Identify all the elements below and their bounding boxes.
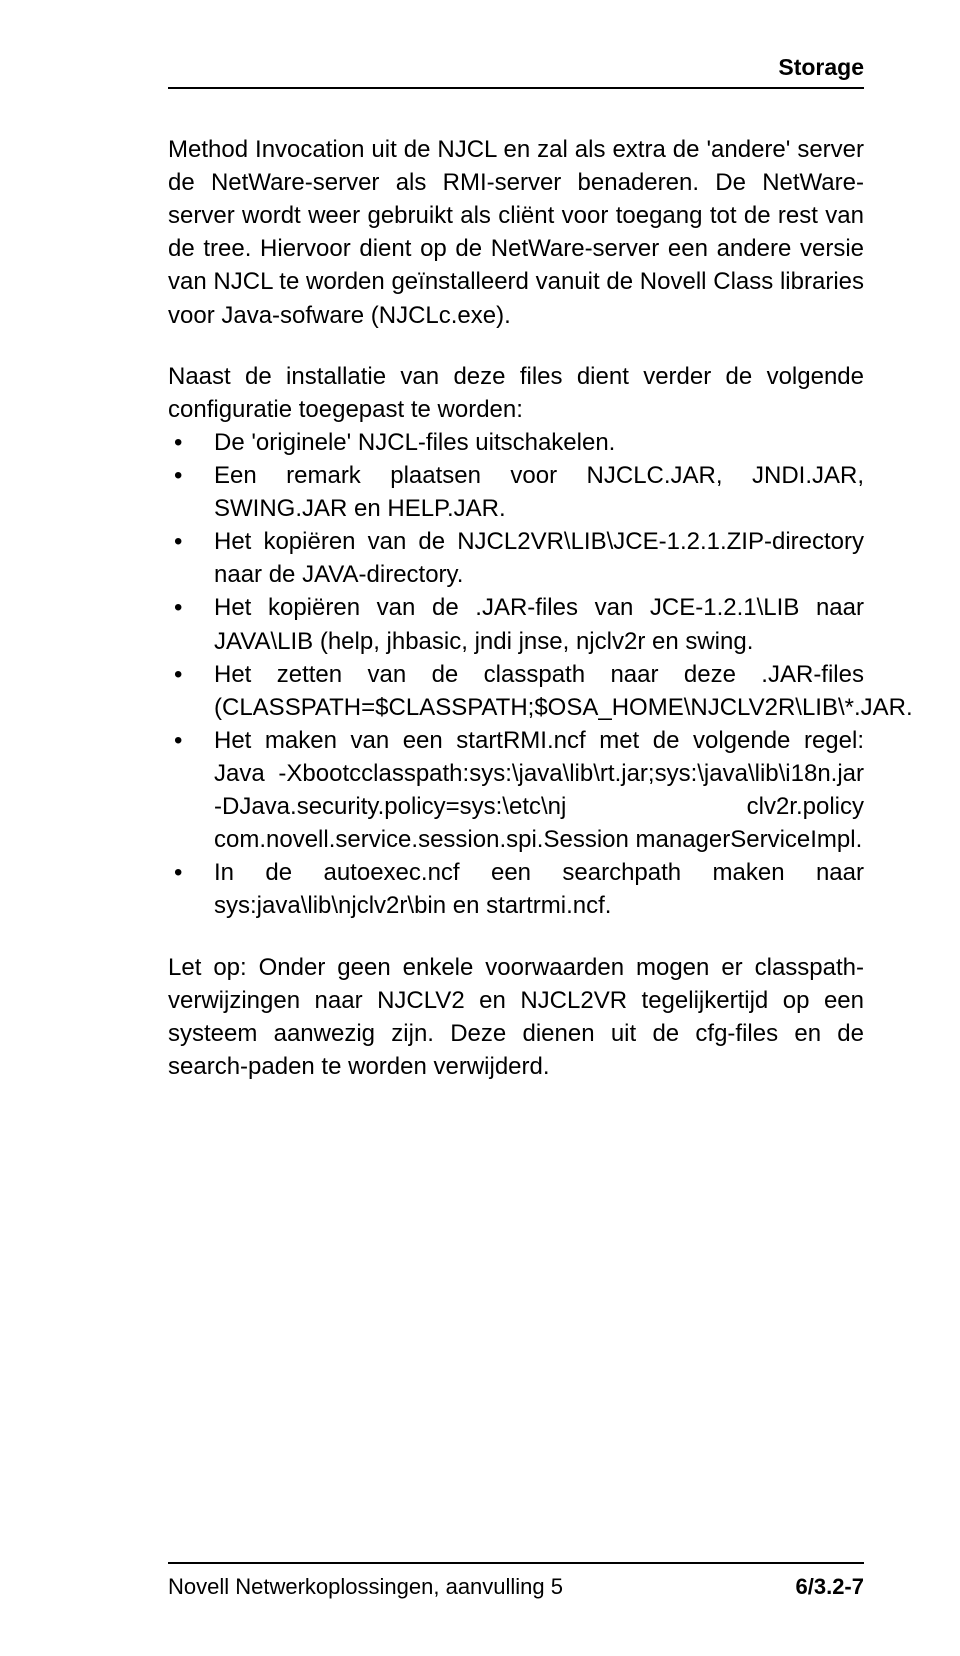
list-item: Het kopiëren van de .JAR-files van JCE-1… [168,591,864,657]
page: Storage Method Invocation uit de NJCL en… [0,0,960,1656]
list-item: Het maken van een startRMI.ncf met de vo… [168,724,864,856]
footer-rule [168,1562,864,1564]
page-footer: Novell Netwerkoplossingen, aanvulling 5 … [96,1562,864,1600]
list-item: De 'originele' NJCL-files uitschakelen. [168,426,864,459]
footer-row: Novell Netwerkoplossingen, aanvulling 5 … [168,1574,864,1600]
paragraph: Naast de installatie van deze files dien… [168,360,864,426]
footer-left-text: Novell Netwerkoplossingen, aanvulling 5 [168,1574,563,1600]
list-item: Het zetten van de classpath naar deze .J… [168,658,864,724]
list-item: In de autoexec.ncf een searchpath maken … [168,856,864,922]
paragraph: Let op: Onder geen enkele voorwaarden mo… [168,951,864,1083]
bullet-list: De 'originele' NJCL-files uitschakelen. … [168,426,864,923]
list-item: Het kopiëren van de NJCL2VR\LIB\JCE-1.2.… [168,525,864,591]
header-title: Storage [778,54,864,80]
footer-page-number: 6/3.2-7 [796,1574,865,1600]
paragraph: Method Invocation uit de NJCL en zal als… [168,133,864,332]
list-item: Een remark plaatsen voor NJCLC.JAR, JNDI… [168,459,864,525]
page-header: Storage [168,54,864,89]
body-text: Method Invocation uit de NJCL en zal als… [168,133,864,1083]
